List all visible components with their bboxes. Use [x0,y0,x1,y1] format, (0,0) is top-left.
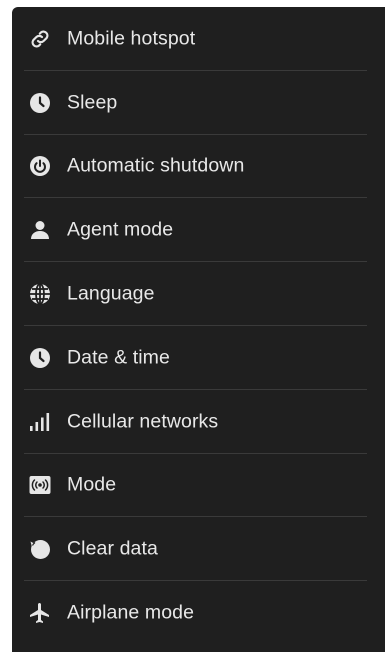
menu-item-agent-mode[interactable]: Agent mode [12,198,385,262]
menu-item-mobile-hotspot[interactable]: Mobile hotspot [12,7,385,71]
menu-item-sleep[interactable]: Sleep [12,71,385,135]
broadcast-icon [28,473,52,497]
clock-icon [28,346,52,370]
menu-item-label: Clear data [67,537,158,560]
menu-item-label: Mode [67,473,117,496]
menu-item-airplane-mode[interactable]: Airplane mode [12,581,385,645]
menu-item-label: Language [67,282,155,305]
menu-item-date-time[interactable]: Date & time [12,326,385,390]
menu-item-cellular-networks[interactable]: Cellular networks [12,390,385,454]
clock-icon [28,91,52,115]
menu-item-clear-data[interactable]: Clear data [12,517,385,581]
menu-item-label: Agent mode [67,218,174,241]
power-icon [28,154,52,178]
globe-icon [28,282,52,306]
menu-item-label: Sleep [67,91,118,114]
link-icon [28,27,52,51]
menu-item-label: Date & time [67,346,170,369]
airplane-icon [28,601,52,625]
signal-bars-icon [28,410,52,434]
settings-menu-panel: Mobile hotspot Sleep Automatic shutdown [12,7,385,652]
menu-item-label: Airplane mode [67,601,195,624]
menu-item-automatic-shutdown[interactable]: Automatic shutdown [12,135,385,199]
menu-item-mode[interactable]: Mode [12,454,385,518]
menu-item-label: Automatic shutdown [67,154,245,177]
person-icon [28,218,52,242]
restore-icon [28,537,52,561]
menu-item-language[interactable]: Language [12,262,385,326]
menu-item-label: Mobile hotspot [67,27,196,50]
menu-item-label: Cellular networks [67,410,219,433]
settings-menu-list: Mobile hotspot Sleep Automatic shutdown [12,7,385,645]
